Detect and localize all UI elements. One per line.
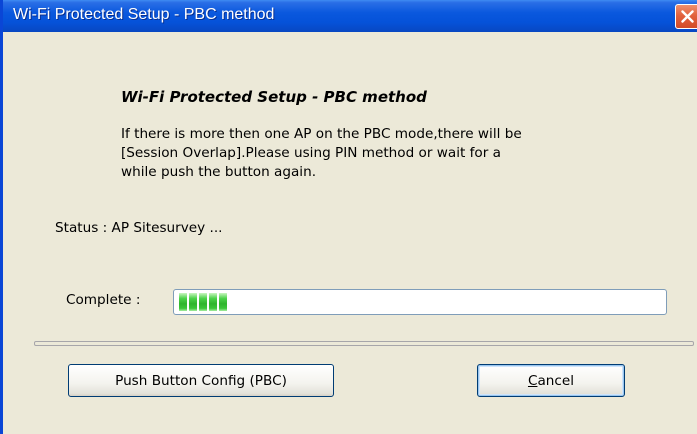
progress-segment bbox=[179, 293, 187, 311]
dialog-window: Wi-Fi Protected Setup - PBC method Wi-Fi… bbox=[0, 0, 697, 434]
dialog-heading: Wi-Fi Protected Setup - PBC method bbox=[121, 88, 427, 106]
progress-segment bbox=[209, 293, 217, 311]
cancel-label: ancel bbox=[537, 372, 575, 389]
instructions-text: If there is more then one AP on the PBC … bbox=[121, 125, 661, 182]
push-button-config-button[interactable]: Push Button Config (PBC) bbox=[68, 364, 334, 397]
complete-label: Complete : bbox=[66, 292, 141, 308]
instructions-line-3: while push the button again. bbox=[121, 164, 317, 180]
instructions-line-2: [Session Overlap].Please using PIN metho… bbox=[121, 145, 501, 161]
progress-segment bbox=[189, 293, 197, 311]
close-icon bbox=[681, 10, 694, 23]
progress-segment bbox=[199, 293, 207, 311]
instructions-line-1: If there is more then one AP on the PBC … bbox=[121, 126, 522, 142]
close-button[interactable] bbox=[675, 4, 697, 29]
progress-fill bbox=[179, 293, 227, 311]
status-text: Status : AP Sitesurvey ... bbox=[55, 220, 223, 236]
title-bar[interactable]: Wi-Fi Protected Setup - PBC method bbox=[3, 0, 697, 32]
separator bbox=[34, 341, 694, 346]
cancel-button[interactable]: Cancel bbox=[477, 364, 625, 397]
window-title: Wi-Fi Protected Setup - PBC method bbox=[13, 6, 275, 23]
progress-bar bbox=[173, 289, 667, 315]
progress-segment bbox=[219, 293, 227, 311]
